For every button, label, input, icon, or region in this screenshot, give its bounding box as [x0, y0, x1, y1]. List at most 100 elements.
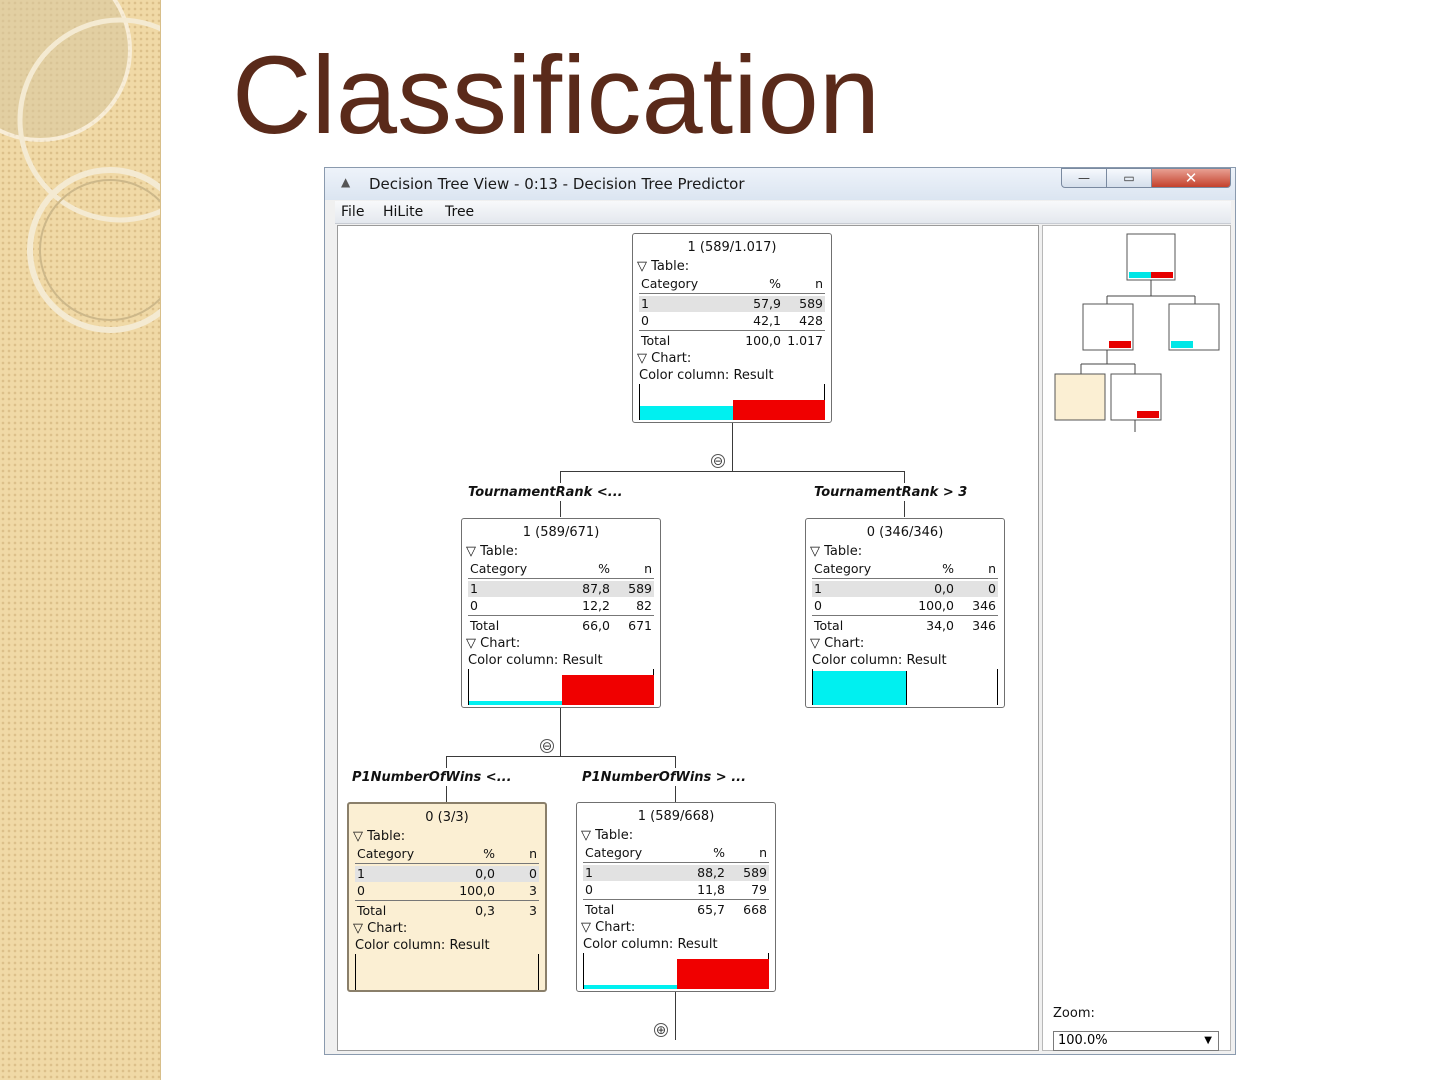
table-header-row: Category % n	[583, 845, 769, 861]
color-column-label: Color column: Result	[583, 937, 718, 952]
cell-category: 0	[641, 313, 649, 328]
bar-red	[562, 675, 654, 705]
table-section-toggle[interactable]: ▽ Table:	[466, 544, 518, 559]
chart-label: Chart:	[480, 636, 521, 651]
chart-section-toggle[interactable]: ▽ Chart:	[466, 636, 520, 651]
tree-canvas[interactable]: ⊖ ⊖ ⊕ TournamentRank <... TournamentRank…	[337, 225, 1039, 1051]
table-label: Table:	[480, 544, 519, 559]
triangle-down-icon: ▽	[581, 828, 596, 843]
collapse-icon[interactable]: ⊖	[540, 739, 554, 753]
cell-percent: 88,2	[697, 865, 725, 880]
distribution-chart	[583, 953, 769, 989]
cell-n: 346	[972, 598, 996, 613]
table-section-toggle[interactable]: ▽ Table:	[581, 828, 633, 843]
total-n: 3	[529, 903, 537, 918]
divider	[355, 863, 539, 864]
edge-mid-bar	[446, 756, 676, 757]
table-row: 1 88,2 589	[583, 865, 769, 881]
tree-node[interactable]: 1 (589/671) ▽ Table: Category % n 1 87,8…	[461, 518, 661, 708]
maximize-button[interactable]: ▭	[1106, 168, 1152, 188]
edge-rank-right	[904, 501, 905, 517]
expand-icon[interactable]: ⊕	[654, 1023, 668, 1037]
table-label: Table:	[367, 829, 406, 844]
cell-category: 0	[585, 882, 593, 897]
tree-overview-thumbnail[interactable]	[1043, 226, 1230, 446]
total-n: 668	[743, 902, 767, 917]
window-titlebar[interactable]: ▲ Decision Tree View - 0:13 - Decision T…	[325, 168, 1235, 200]
node-header: 1 (589/671)	[522, 525, 600, 540]
table-section-toggle[interactable]: ▽ Table:	[353, 829, 405, 844]
cell-percent: 57,9	[753, 296, 781, 311]
triangle-down-icon: ▽	[810, 636, 825, 651]
node-header: 1 (589/1.017)	[687, 240, 777, 255]
cell-category: 1	[814, 581, 822, 596]
table-total-row: Total 34,0 346	[812, 618, 998, 634]
cell-percent: 0,0	[475, 866, 495, 881]
col-percent: %	[769, 276, 781, 291]
col-n: n	[759, 845, 767, 860]
table-row: 0 42,1 428	[639, 313, 825, 329]
total-label: Total	[814, 618, 844, 633]
table-header-row: Category % n	[468, 561, 654, 577]
chart-section-toggle[interactable]: ▽ Chart:	[353, 921, 407, 936]
slide-title: Classification	[232, 34, 881, 157]
table-section-toggle[interactable]: ▽ Table:	[637, 259, 689, 274]
tree-node[interactable]: 0 (346/346) ▽ Table: Category % n 1 0,0 …	[805, 518, 1005, 708]
table-section-toggle[interactable]: ▽ Table:	[810, 544, 862, 559]
cell-n: 589	[799, 296, 823, 311]
divider	[583, 899, 769, 900]
divider	[468, 615, 654, 616]
bar-red	[677, 959, 769, 989]
col-category: Category	[470, 561, 528, 576]
menu-file[interactable]: File	[341, 204, 364, 220]
close-button[interactable]: ✕	[1151, 168, 1231, 188]
dropdown-arrow-icon[interactable]: ▼	[1204, 1032, 1212, 1050]
color-column-label: Color column: Result	[355, 938, 490, 953]
overview-panel[interactable]: Zoom: 100.0% ▼	[1042, 225, 1231, 1051]
cell-n: 82	[636, 598, 652, 613]
total-percent: 100,0	[745, 333, 781, 348]
tree-node[interactable]: 1 (589/668) ▽ Table: Category % n 1 88,2…	[576, 802, 776, 992]
table-header-row: Category % n	[355, 846, 539, 862]
table-row: 0 12,2 82	[468, 598, 654, 614]
cell-n: 79	[751, 882, 767, 897]
col-percent: %	[483, 846, 495, 861]
col-n: n	[529, 846, 537, 861]
tree-node[interactable]: 1 (589/1.017) ▽ Table: Category % n 1 57…	[632, 233, 832, 423]
collapse-icon[interactable]: ⊖	[711, 454, 725, 468]
bar-red	[733, 400, 825, 420]
total-n: 1.017	[787, 333, 823, 348]
cell-category: 1	[470, 581, 478, 596]
chart-section-toggle[interactable]: ▽ Chart:	[810, 636, 864, 651]
distribution-chart	[355, 954, 539, 990]
chart-label: Chart:	[367, 921, 408, 936]
col-category: Category	[641, 276, 699, 291]
color-column-label: Color column: Result	[468, 653, 603, 668]
edge-wins-left	[446, 786, 447, 802]
table-label: Table:	[824, 544, 863, 559]
edge-mid-down	[560, 708, 561, 756]
table-total-row: Total 0,3 3	[355, 903, 539, 919]
menu-hilite[interactable]: HiLite	[383, 204, 423, 220]
chart-section-toggle[interactable]: ▽ Chart:	[581, 920, 635, 935]
col-percent: %	[942, 561, 954, 576]
divider	[812, 578, 998, 579]
app-icon: ▲	[341, 175, 351, 189]
total-percent: 0,3	[475, 903, 495, 918]
total-label: Total	[641, 333, 671, 348]
cell-percent: 11,8	[697, 882, 725, 897]
triangle-down-icon: ▽	[810, 544, 825, 559]
divider	[355, 900, 539, 901]
zoom-dropdown[interactable]: 100.0% ▼	[1053, 1031, 1219, 1051]
node-header: 0 (346/346)	[866, 525, 944, 540]
total-percent: 65,7	[697, 902, 725, 917]
menu-bar: File HiLite Tree	[335, 201, 1231, 224]
split-label-rank-right: TournamentRank > 3	[814, 485, 968, 500]
minimize-button[interactable]: —	[1061, 168, 1107, 188]
tree-node[interactable]: 0 (3/3) ▽ Table: Category % n 1 0,0 0 0 …	[347, 802, 547, 992]
chart-label: Chart:	[651, 351, 692, 366]
triangle-down-icon: ▽	[637, 259, 652, 274]
table-row: 0 100,0 346	[812, 598, 998, 614]
menu-tree[interactable]: Tree	[445, 204, 474, 220]
chart-section-toggle[interactable]: ▽ Chart:	[637, 351, 691, 366]
